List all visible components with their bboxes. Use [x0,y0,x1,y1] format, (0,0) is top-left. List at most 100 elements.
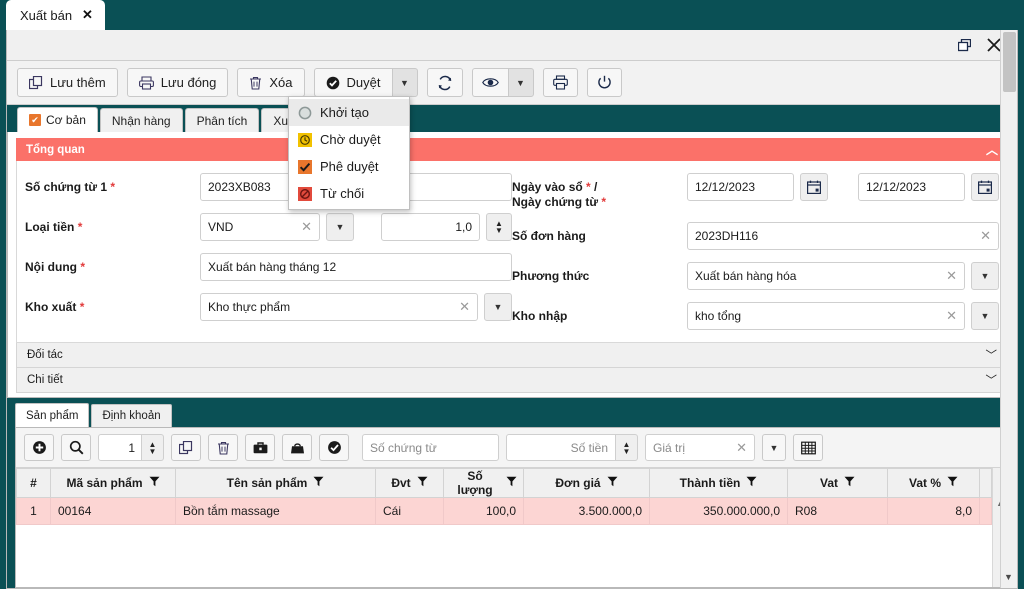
loai-tien-input[interactable]: VND ✕ [200,213,320,241]
stepper-down-icon[interactable]: ▼ [623,447,631,455]
clear-icon[interactable]: ✕ [453,299,470,315]
table-header-cell[interactable]: Vat [787,468,888,498]
loai-tien-dropdown[interactable]: ▼ [326,213,354,241]
grid-delete-button[interactable] [208,434,238,461]
grid-briefcase-button[interactable] [245,434,275,461]
table-cell[interactable]: R08 [787,497,888,525]
grid-so-chung-tu-input[interactable]: Số chứng từ [362,434,499,461]
xoa-button[interactable]: Xóa [237,68,305,97]
scrollbar-thumb[interactable] [1003,32,1016,92]
section-doi-tac[interactable]: Đối tác ﹀ [16,343,1008,368]
ngay-vao-so-input[interactable]: 12/12/2023 [687,173,794,201]
ty-gia-stepper[interactable]: ▲ ▼ [486,213,512,241]
duyet-dropdown-toggle[interactable]: ▼ [391,68,418,97]
phuong-thuc-input[interactable]: Xuất bán hàng hóa ✕ [687,262,965,290]
menu-item-phe-duyet[interactable]: Phê duyệt [289,153,409,180]
browser-tab-close-icon[interactable]: ✕ [82,7,93,23]
close-window-icon[interactable] [987,38,1001,52]
chevron-down-icon[interactable]: ﹀ [986,347,998,363]
menu-item-tu-choi[interactable]: Từ chối [289,180,409,207]
duyet-button[interactable]: Duyệt [313,68,392,97]
table-cell[interactable]: 1 [16,497,51,525]
table-cell[interactable]: 8,0 [887,497,980,525]
table-header-cell[interactable]: Số lượng [443,468,524,498]
table-row[interactable]: 1 00164 Bồn tắm massage Cái 100,0 3.500.000,0… [16,497,992,525]
section-header-tong-quan[interactable]: Tổng quan ︿ [16,138,1008,161]
browser-tab-xuat-ban[interactable]: Xuất bán ✕ [6,0,105,30]
ngay-chung-tu-calendar-icon[interactable] [971,173,999,201]
filter-icon[interactable] [844,476,855,490]
print-button[interactable] [542,68,578,97]
table-cell[interactable]: 3.500.000,0 [523,497,650,525]
filter-icon[interactable] [149,476,160,490]
window-vertical-scrollbar[interactable]: ▼ [1000,30,1017,588]
filter-icon[interactable] [746,476,757,490]
table-header-cell[interactable]: # [16,468,51,498]
view-button[interactable] [471,68,508,97]
grid-copy-button[interactable] [171,434,201,461]
grid-rows-stepper[interactable]: ▲ ▼ [142,434,164,461]
filter-icon[interactable] [506,476,517,490]
grid-so-tien-stepper[interactable]: ▲ ▼ [616,434,638,461]
grid-gia-tri-dropdown[interactable]: ▼ [762,434,786,461]
chevron-down-icon[interactable]: ﹀ [986,372,998,388]
grid-bag-button[interactable] [282,434,312,461]
view-dropdown-toggle[interactable]: ▼ [507,68,534,97]
section-chi-tiet[interactable]: Chi tiết ﹀ [16,368,1008,393]
filter-icon[interactable] [607,476,618,490]
table-cell[interactable] [979,497,992,525]
table-header-cell[interactable]: Thành tiền [649,468,788,498]
clear-icon[interactable]: ✕ [295,219,312,235]
table-header-cell[interactable]: Đơn giá [523,468,650,498]
filter-icon[interactable] [417,476,428,490]
luu-them-button[interactable]: Lưu thêm [17,68,118,97]
clear-icon[interactable]: ✕ [940,268,957,284]
kho-xuat-input[interactable]: Kho thực phẩm ✕ [200,293,478,321]
table-cell[interactable]: Cái [375,497,444,525]
restore-window-icon[interactable] [957,38,972,52]
clear-icon[interactable]: ✕ [730,440,747,456]
refresh-button[interactable] [426,68,463,97]
table-header-cell[interactable]: Vat % [887,468,980,498]
noi-dung-input[interactable]: Xuất bán hàng tháng 12 [200,253,512,281]
grid-rows-input[interactable]: 1 [98,434,142,461]
kho-xuat-dropdown[interactable]: ▼ [484,293,512,321]
kho-nhap-input[interactable]: kho tổng ✕ [687,302,965,330]
chevron-up-icon[interactable]: ︿ [986,141,998,158]
grid-approve-button[interactable] [319,434,349,461]
clear-icon[interactable]: ✕ [974,228,991,244]
table-cell[interactable]: Bồn tắm massage [175,497,376,525]
stepper-down-icon[interactable]: ▼ [495,227,503,235]
tab-nhan-hang[interactable]: Nhận hàng [99,108,183,132]
table-header-cell[interactable]: Tên sản phẩm [175,468,376,498]
power-button[interactable] [586,68,622,97]
table-cell[interactable]: 100,0 [443,497,524,525]
clear-icon[interactable]: ✕ [940,308,957,324]
grid-table-button[interactable] [793,434,823,461]
grid-search-button[interactable] [61,434,91,461]
grid-add-button[interactable] [24,434,54,461]
stepper-down-icon[interactable]: ▼ [149,447,157,455]
tab-san-pham[interactable]: Sản phẩm [15,403,90,427]
filter-icon[interactable] [947,476,958,490]
tab-dinh-khoan[interactable]: Định khoản [91,404,172,427]
grid-gia-tri-input[interactable]: Giá trị ✕ [645,434,755,461]
filter-icon[interactable] [313,476,324,490]
ty-gia-input[interactable]: 1,0 [381,213,480,241]
scroll-down-icon[interactable]: ▼ [1004,572,1013,582]
ngay-chung-tu-input[interactable]: 12/12/2023 [858,173,965,201]
menu-item-cho-duyet[interactable]: Chờ duyệt [289,126,409,153]
kho-nhap-dropdown[interactable]: ▼ [971,302,999,330]
tab-co-ban[interactable]: ✔ Cơ bản [17,107,98,132]
phuong-thuc-dropdown[interactable]: ▼ [971,262,999,290]
so-don-hang-input[interactable]: 2023DH116 ✕ [687,222,999,250]
grid-so-tien-input[interactable]: Số tiền [506,434,616,461]
tab-phan-tich[interactable]: Phân tích [184,108,260,132]
ngay-vao-so-calendar-icon[interactable] [800,173,828,201]
table-header-cell[interactable] [979,468,992,498]
table-header-cell[interactable]: Mã sản phẩm [50,468,176,498]
menu-item-khoi-tao[interactable]: Khởi tạo [289,99,409,126]
table-cell[interactable]: 00164 [50,497,176,525]
luu-dong-button[interactable]: Lưu đóng [126,68,229,97]
table-cell[interactable]: 350.000.000,0 [649,497,788,525]
